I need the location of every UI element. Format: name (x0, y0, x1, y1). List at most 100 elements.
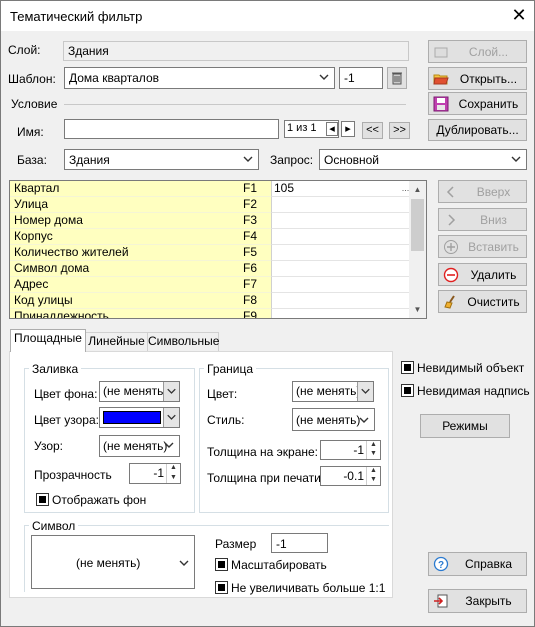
screen-width-label: Толщина на экране: (207, 445, 319, 459)
field-row[interactable]: Квартал F1 105 (10, 181, 411, 197)
spin-up-icon[interactable]: ▲ (166, 464, 180, 474)
field-name: Принадлежность (10, 309, 271, 318)
folder-open-icon (433, 74, 449, 85)
scroll-thumb[interactable] (411, 199, 424, 251)
delete-button[interactable]: Удалить (438, 263, 527, 286)
pattern-color-label: Цвет узора: (34, 413, 99, 427)
spin-up-icon[interactable]: ▲ (366, 441, 380, 450)
broom-icon (444, 295, 455, 309)
show-bg-label: Отображать фон (52, 493, 147, 507)
size-field[interactable]: -1 (271, 533, 328, 553)
exit-icon (434, 594, 448, 608)
tab-linear[interactable]: Линейные (85, 332, 148, 351)
field-name: Квартал (10, 181, 271, 197)
field-value[interactable] (271, 213, 411, 229)
pattern-color-combo[interactable] (99, 407, 180, 428)
first-condition-button[interactable]: << (362, 122, 383, 139)
no-enlarge-checkbox[interactable] (215, 581, 228, 594)
scroll-down-icon[interactable]: ▼ (409, 301, 426, 318)
name-field[interactable] (64, 119, 279, 139)
fields-list[interactable]: Квартал F1 105 Улица F2 Номер дома F3 Корпус F4 К… (9, 180, 427, 319)
modes-button[interactable]: Режимы (420, 414, 510, 438)
screen-width-spinner[interactable]: -1 ▲ ▼ (320, 440, 381, 460)
border-color-combo[interactable]: (не менять) (292, 381, 374, 402)
field-value[interactable] (271, 277, 411, 293)
transparency-spinner[interactable]: -1 ▲ ▼ (129, 463, 181, 484)
field-key: F2 (243, 197, 258, 211)
prev-condition-button[interactable]: ◂ (326, 122, 338, 136)
open-template-button[interactable]: Открыть... (428, 67, 527, 90)
help-icon: ? (433, 556, 449, 572)
tab-symbol[interactable]: Символьные (147, 332, 219, 351)
field-name: Номер дома (10, 213, 271, 229)
template-combo[interactable]: Дома кварталов (64, 67, 335, 89)
invisible-label-checkbox[interactable] (401, 384, 414, 397)
fields-scrollbar[interactable]: ▲ ▼ (409, 181, 426, 318)
field-value[interactable] (271, 261, 411, 277)
svg-text:?: ? (438, 560, 444, 571)
field-row[interactable]: Номер дома F3 (10, 213, 411, 229)
layer-label: Слой: (8, 43, 41, 57)
spin-down-icon[interactable]: ▼ (166, 473, 180, 483)
trash-icon (392, 72, 402, 85)
field-value[interactable] (271, 245, 411, 261)
field-name: Символ дома (10, 261, 271, 277)
invisible-object-checkbox[interactable] (401, 361, 414, 374)
field-value[interactable] (271, 229, 411, 245)
field-row[interactable]: Количество жителей F5 (10, 245, 411, 261)
spin-down-icon[interactable]: ▼ (366, 476, 380, 485)
field-value[interactable] (271, 197, 411, 213)
close-button[interactable]: Закрыть (428, 589, 527, 613)
close-icon[interactable]: ✕ (507, 4, 531, 28)
field-value[interactable] (271, 293, 411, 309)
base-label: База: (17, 153, 47, 167)
query-combo[interactable]: Основной (319, 149, 527, 170)
template-number-field[interactable]: -1 (339, 67, 383, 89)
invisible-object-label: Невидимый объект (417, 361, 525, 375)
field-value[interactable]: 105 (271, 181, 411, 197)
chevron-down-icon (359, 417, 369, 423)
fill-group-title: Заливка (29, 362, 82, 376)
print-width-spinner[interactable]: -0.1 ▲ ▼ (320, 466, 381, 486)
field-key: F3 (243, 213, 258, 227)
field-row[interactable]: Принадлежность F9 (10, 309, 411, 319)
field-value[interactable] (271, 309, 411, 318)
tab-area[interactable]: Площадные (10, 329, 86, 352)
scroll-up-icon[interactable]: ▲ (409, 181, 426, 198)
bg-color-combo[interactable]: (не менять) (99, 381, 180, 402)
chevron-down-icon (163, 382, 179, 401)
template-label: Шаблон: (8, 72, 56, 86)
field-row[interactable]: Символ дома F6 (10, 261, 411, 277)
field-key: F1 (243, 181, 258, 195)
field-key: F7 (243, 277, 258, 291)
last-condition-button[interactable]: >> (389, 122, 410, 139)
pattern-combo[interactable]: (не менять) (99, 435, 180, 457)
invisible-label-label: Невидимая надпись (417, 384, 530, 398)
condition-title: Условие (11, 97, 58, 111)
border-style-label: Стиль: (207, 413, 245, 427)
base-combo[interactable]: Здания (64, 149, 259, 170)
clear-button[interactable]: Очистить (438, 290, 527, 313)
symbol-combo[interactable]: (не менять) (31, 535, 195, 589)
field-row[interactable]: Корпус F4 (10, 229, 411, 245)
show-bg-checkbox[interactable] (36, 493, 49, 506)
chevron-down-icon (164, 442, 174, 448)
field-row[interactable]: Адрес F7 (10, 277, 411, 293)
delete-template-button[interactable] (387, 67, 407, 89)
pattern-color-swatch (103, 411, 161, 424)
spin-up-icon[interactable]: ▲ (366, 467, 380, 476)
field-key: F9 (243, 309, 258, 319)
spin-down-icon[interactable]: ▼ (366, 450, 380, 459)
help-button[interactable]: ? Справка (428, 552, 527, 576)
duplicate-button[interactable]: Дублировать... (428, 119, 527, 141)
field-row[interactable]: Код улицы F8 (10, 293, 411, 309)
save-template-button[interactable]: Сохранить (428, 92, 527, 115)
next-condition-button[interactable]: ▸ (341, 121, 355, 137)
layer-icon (434, 47, 448, 58)
scale-checkbox[interactable] (215, 558, 228, 571)
field-row[interactable]: Улица F2 (10, 197, 411, 213)
border-group-title: Граница (204, 362, 257, 376)
border-style-combo[interactable]: (не менять) (292, 408, 375, 431)
save-icon (433, 96, 449, 112)
area-tab-panel: Заливка Цвет фона: (не менять) Цвет узор… (9, 351, 393, 598)
